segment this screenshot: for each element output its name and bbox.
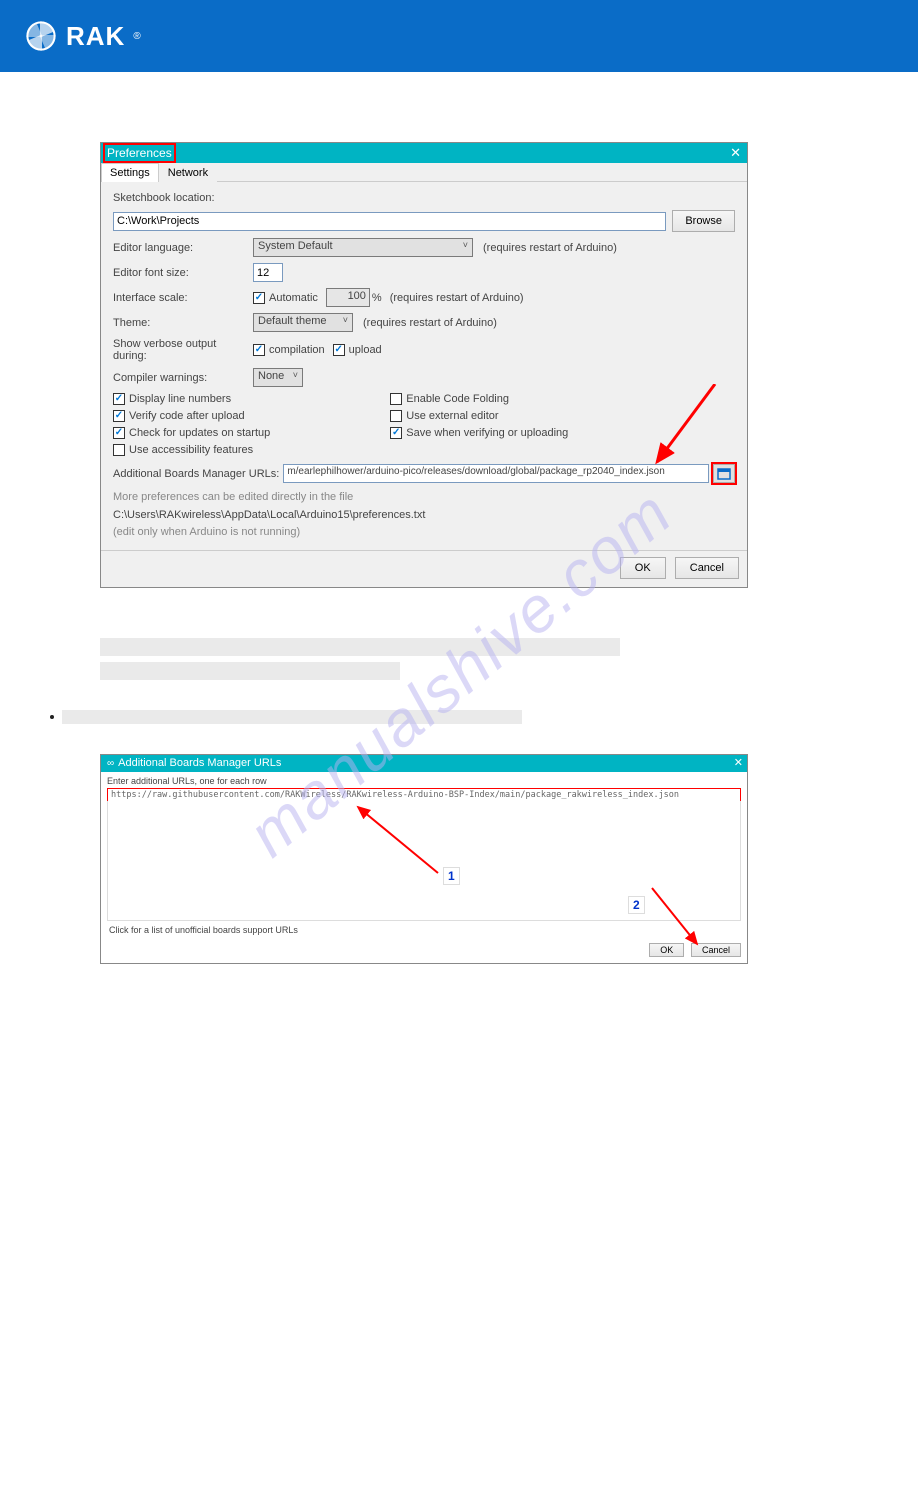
annotation-label-1: 1 — [443, 867, 460, 885]
cancel-button[interactable]: Cancel — [675, 557, 739, 579]
annotation-arrow-1 — [338, 803, 538, 903]
registered-mark: ® — [133, 31, 140, 42]
dialog2-url-input[interactable]: https://raw.githubusercontent.com/RAKWir… — [107, 788, 741, 802]
scale-unit: % — [372, 292, 382, 304]
theme-select[interactable]: Default theme — [253, 313, 353, 332]
rak-logo-icon — [24, 19, 58, 53]
ext-editor-checkbox[interactable] — [390, 410, 402, 422]
scale-auto-label: Automatic — [269, 292, 318, 304]
brand-text: RAK — [66, 21, 125, 52]
line-numbers-label: Display line numbers — [129, 393, 231, 405]
window-icon — [717, 468, 731, 480]
prefs-path: C:\Users\RAKwireless\AppData\Local\Ardui… — [113, 507, 735, 525]
brand-logo: RAK ® — [24, 19, 141, 53]
dialog2-title: Additional Boards Manager URLs — [118, 757, 281, 769]
ok-button[interactable]: OK — [620, 557, 666, 579]
compiler-warnings-select[interactable]: None — [253, 368, 303, 387]
check-updates-checkbox[interactable] — [113, 427, 125, 439]
verbose-compile-checkbox[interactable] — [253, 344, 265, 356]
browse-button[interactable]: Browse — [672, 210, 735, 232]
dialog2-titlebar: Additional Boards Manager URLs ✕ — [101, 755, 747, 772]
dialog-title: Preferences — [105, 145, 174, 161]
verify-upload-checkbox[interactable] — [113, 410, 125, 422]
sketchbook-label: Sketchbook location: — [113, 192, 253, 204]
scale-note: (requires restart of Arduino) — [390, 292, 524, 304]
code-fold-checkbox[interactable] — [390, 393, 402, 405]
verbose-label: Show verbose output during: — [113, 338, 253, 362]
verbose-upload-checkbox[interactable] — [333, 344, 345, 356]
addl-urls-label: Additional Boards Manager URLs: — [113, 468, 279, 480]
sketchbook-input[interactable] — [113, 212, 666, 231]
bullet-placeholder — [50, 710, 918, 724]
font-size-label: Editor font size: — [113, 267, 253, 279]
scale-spinner[interactable]: 100 — [326, 288, 370, 307]
dialog2-close-icon[interactable]: ✕ — [734, 756, 743, 769]
verbose-upload-label: upload — [349, 344, 382, 356]
check-updates-label: Check for updates on startup — [129, 427, 270, 439]
more-prefs-note: More preferences can be edited directly … — [113, 489, 735, 507]
editor-language-select[interactable]: System Default — [253, 238, 473, 257]
annotation-label-2: 2 — [628, 896, 645, 914]
dialog-titlebar: Preferences ✕ — [101, 143, 747, 163]
annotation-arrow-2 — [647, 886, 717, 952]
dialog2-text-area[interactable]: 1 2 — [107, 801, 741, 921]
font-size-input[interactable] — [253, 263, 283, 282]
tab-bar: Settings Network — [101, 163, 747, 182]
theme-label: Theme: — [113, 317, 253, 329]
edit-note: (edit only when Arduino is not running) — [113, 524, 735, 542]
editor-language-note: (requires restart of Arduino) — [483, 242, 617, 254]
verify-upload-label: Verify code after upload — [129, 410, 245, 422]
interface-scale-label: Interface scale: — [113, 292, 253, 304]
additional-urls-dialog: Additional Boards Manager URLs ✕ Enter a… — [100, 754, 748, 964]
line-numbers-checkbox[interactable] — [113, 393, 125, 405]
save-verify-checkbox[interactable] — [390, 427, 402, 439]
addl-urls-input[interactable]: m/earlephilhower/arduino-pico/releases/d… — [283, 464, 709, 483]
editor-language-label: Editor language: — [113, 242, 253, 254]
code-fold-label: Enable Code Folding — [406, 393, 509, 405]
placeholder-text-block — [100, 638, 918, 680]
scale-auto-checkbox[interactable] — [253, 292, 265, 304]
dialog2-hint: Enter additional URLs, one for each row — [107, 776, 741, 786]
accessibility-label: Use accessibility features — [129, 444, 253, 456]
tab-settings[interactable]: Settings — [101, 163, 159, 182]
tab-network[interactable]: Network — [159, 163, 217, 182]
dialog2-link[interactable]: Click for a list of unofficial boards su… — [107, 921, 741, 937]
compiler-warnings-label: Compiler warnings: — [113, 372, 253, 384]
save-verify-label: Save when verifying or uploading — [406, 427, 568, 439]
open-urls-dialog-button[interactable] — [713, 464, 735, 483]
verbose-compile-label: compilation — [269, 344, 325, 356]
close-icon[interactable]: ✕ — [730, 145, 741, 161]
preferences-dialog: Preferences ✕ Settings Network Sketchboo… — [100, 142, 748, 588]
page-header: RAK ® — [0, 0, 918, 72]
theme-note: (requires restart of Arduino) — [363, 317, 497, 329]
accessibility-checkbox[interactable] — [113, 444, 125, 456]
ext-editor-label: Use external editor — [406, 410, 498, 422]
